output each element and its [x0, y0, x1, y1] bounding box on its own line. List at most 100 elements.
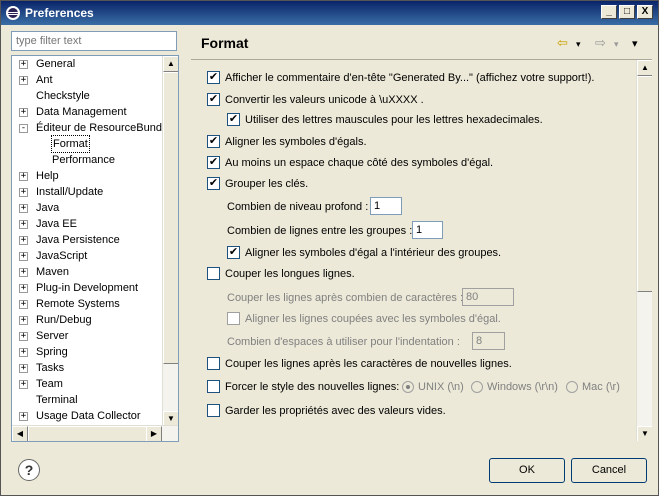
align-in-groups-checkbox[interactable]: ✔ [227, 246, 240, 259]
tree-item[interactable]: + General [12, 56, 162, 72]
expand-icon[interactable]: + [19, 220, 28, 229]
keep-empty-checkbox[interactable] [207, 404, 220, 417]
tree-hscroll-thumb[interactable] [28, 426, 148, 441]
align-equals-checkbox[interactable]: ✔ [207, 135, 220, 148]
tree-item[interactable]: + Ant [12, 72, 162, 88]
scroll-left-icon[interactable]: ◀ [12, 426, 28, 441]
expand-icon[interactable]: + [19, 76, 28, 85]
expand-icon[interactable]: + [19, 108, 28, 117]
tree-item[interactable]: Terminal [12, 392, 162, 408]
page-title: Format [201, 35, 249, 51]
tree-item[interactable]: + Team [12, 376, 162, 392]
uppercase-hex-checkbox[interactable]: ✔ [227, 113, 240, 126]
preference-tree[interactable]: + General + Ant Checkstyle + Data Management - É… [11, 55, 179, 442]
tree-item[interactable]: + Server [12, 328, 162, 344]
expand-icon[interactable]: + [19, 252, 28, 261]
tree-item[interactable]: + Run/Debug [12, 312, 162, 328]
help-button[interactable]: ? [18, 459, 40, 481]
scroll-right-icon[interactable]: ▶ [146, 426, 162, 441]
expand-icon[interactable]: + [19, 364, 28, 373]
tree-item[interactable]: + Java Persistence [12, 232, 162, 248]
tree-item-label: Format [51, 135, 90, 153]
expand-icon[interactable]: + [19, 412, 28, 421]
forward-menu-icon[interactable]: ▾ [614, 39, 619, 50]
group-keys-checkbox[interactable]: ✔ [207, 177, 220, 190]
tree-item[interactable]: + Plug-in Development [12, 280, 162, 296]
wrap-lines-checkbox[interactable] [207, 267, 220, 280]
close-button[interactable]: X [637, 5, 653, 19]
content-scroll-down-icon[interactable]: ▼ [637, 426, 652, 441]
align-wrapped-checkbox[interactable] [227, 312, 240, 325]
tree-list: + General + Ant Checkstyle + Data Management - É… [12, 56, 162, 427]
expand-icon[interactable]: + [19, 60, 28, 69]
tree-item[interactable]: + Tasks [12, 360, 162, 376]
tree-item[interactable]: Performance [12, 152, 162, 168]
tree-item[interactable]: + Data Management [12, 104, 162, 120]
scroll-up-icon[interactable]: ▲ [163, 56, 178, 72]
expand-icon[interactable]: + [19, 348, 28, 357]
tree-item-label: Server [36, 330, 69, 342]
group-lines-input[interactable]: 1 [412, 221, 443, 239]
unicode-checkbox[interactable]: ✔ [207, 93, 220, 106]
space-equals-checkbox[interactable]: ✔ [207, 156, 220, 169]
forward-arrow-icon[interactable]: ⇨ [595, 35, 606, 51]
tree-item[interactable]: + Install/Update [12, 184, 162, 200]
view-menu-icon[interactable]: ▾ [632, 37, 638, 50]
expand-icon[interactable]: + [19, 204, 28, 213]
title-bar[interactable]: Preferences _ □ X [1, 1, 658, 25]
expand-icon[interactable]: + [19, 380, 28, 389]
tree-item[interactable]: + Spring [12, 344, 162, 360]
level-depth-input[interactable]: 1 [370, 197, 402, 215]
expand-icon[interactable]: + [19, 284, 28, 293]
tree-scroll-thumb[interactable] [163, 72, 178, 364]
align-equals-label: Aligner les symboles d'égals. [225, 136, 367, 148]
expand-icon[interactable]: + [19, 332, 28, 341]
content-scroll-up-icon[interactable]: ▲ [637, 60, 652, 76]
filter-input[interactable] [11, 31, 177, 51]
unix-radio[interactable] [402, 381, 414, 393]
tree-vertical-scrollbar[interactable]: ▲ ▼ [162, 56, 178, 427]
wrap-newline-checkbox[interactable] [207, 357, 220, 370]
expand-icon[interactable]: + [19, 300, 28, 309]
expand-icon[interactable]: + [19, 188, 28, 197]
force-newline-label: Forcer le style des nouvelles lignes: [225, 381, 400, 393]
tree-item[interactable]: + Java EE [12, 216, 162, 232]
tree-item[interactable]: + Help [12, 168, 162, 184]
tree-item[interactable]: + Java [12, 200, 162, 216]
indent-spaces-label: Combien d'espaces à utiliser pour l'inde… [227, 336, 460, 348]
indent-spaces-input[interactable]: 8 [472, 332, 505, 350]
tree-item[interactable]: + Maven [12, 264, 162, 280]
expand-icon[interactable]: + [19, 172, 28, 181]
tree-item[interactable]: + Usage Data Collector [12, 408, 162, 424]
minimize-button[interactable]: _ [601, 5, 617, 19]
expand-icon[interactable]: + [19, 316, 28, 325]
tree-item-label: Team [36, 378, 63, 390]
tree-item[interactable]: Checkstyle [12, 88, 162, 104]
tree-item[interactable]: - Éditeur de ResourceBundle [12, 120, 162, 136]
tree-item[interactable]: Format [12, 135, 162, 153]
tree-item-label: Help [36, 170, 59, 182]
ok-button[interactable]: OK [489, 458, 565, 483]
cancel-button[interactable]: Cancel [571, 458, 647, 483]
wrap-chars-input[interactable]: 80 [462, 288, 514, 306]
content-vertical-scrollbar[interactable]: ▲ ▼ [636, 60, 652, 441]
mac-radio[interactable] [566, 381, 578, 393]
eclipse-icon [6, 6, 20, 20]
keep-empty-label: Garder les propriétés avec des valeurs v… [225, 405, 446, 417]
collapse-icon[interactable]: - [19, 124, 28, 133]
tree-item-label: Run/Debug [36, 314, 92, 326]
force-newline-checkbox[interactable] [207, 380, 220, 393]
expand-icon[interactable]: + [19, 268, 28, 277]
content-scroll-thumb[interactable] [637, 76, 652, 292]
back-arrow-icon[interactable]: ⇦ [557, 35, 568, 51]
expand-icon[interactable]: + [19, 236, 28, 245]
header-comment-checkbox[interactable]: ✔ [207, 71, 220, 84]
windows-radio[interactable] [471, 381, 483, 393]
back-menu-icon[interactable]: ▾ [576, 39, 581, 50]
tree-item[interactable]: + JavaScript [12, 248, 162, 264]
tree-item[interactable]: + Remote Systems [12, 296, 162, 312]
maximize-button[interactable]: □ [619, 5, 635, 19]
tree-item-label: Tasks [36, 362, 65, 374]
tree-horizontal-scrollbar[interactable]: ◀ ▶ [12, 425, 178, 441]
tree-item-label: Spring [36, 346, 68, 358]
